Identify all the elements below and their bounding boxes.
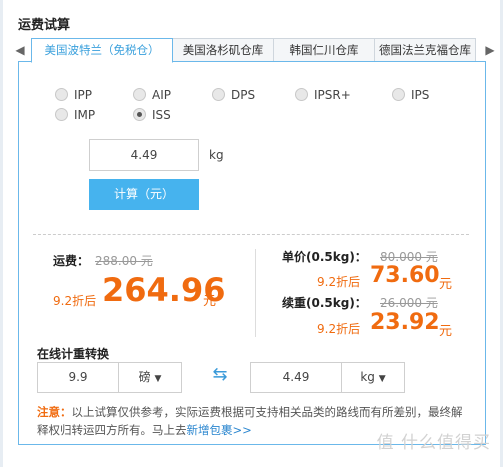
- weight-unit: kg: [209, 148, 224, 162]
- tab-scroll-right-icon[interactable]: ▶: [485, 43, 495, 57]
- vertical-divider: [255, 249, 256, 337]
- divider: [33, 234, 469, 235]
- kg-unit-label: kg: [360, 370, 375, 384]
- freight-currency: 元: [203, 294, 217, 309]
- weight-input[interactable]: 4.49: [89, 139, 199, 171]
- radio-label: DPS: [231, 88, 256, 102]
- freight-discount: 9.2折后: [53, 294, 97, 308]
- radio-imp[interactable]: IMP: [55, 108, 95, 122]
- radio-indicator: [55, 108, 68, 121]
- radio-indicator-checked: [133, 108, 146, 121]
- continued-weight-label: 续重(0.5kg)：: [282, 296, 367, 310]
- kg-unit-select[interactable]: kg ▼: [341, 362, 405, 393]
- note-prefix: 注意：: [37, 405, 72, 419]
- calculator-panel: IPP AIP DPS IPSR+ IPS IMP ISS 4.49 kg 计算…: [18, 61, 486, 445]
- lb-unit-label: 磅: [138, 370, 151, 384]
- chevron-down-icon: ▼: [154, 374, 162, 384]
- radio-iss[interactable]: ISS: [133, 108, 171, 122]
- freight-original-price: 288.00 元: [95, 254, 153, 268]
- freight-label: 运费：: [53, 254, 90, 268]
- lb-value-input[interactable]: 9.9: [37, 362, 119, 393]
- radio-label: IPS: [411, 88, 430, 102]
- radio-label: IPSR+: [314, 88, 351, 102]
- radio-indicator: [392, 88, 405, 101]
- tab-germany-frankfurt[interactable]: 德国法兰克福仓库: [374, 38, 476, 62]
- radio-indicator: [295, 88, 308, 101]
- kg-value-input[interactable]: 4.49: [250, 362, 342, 393]
- unit-price-value: 73.60: [370, 263, 440, 288]
- unit-price-label: 单价(0.5kg)：: [282, 250, 367, 264]
- radio-label: AIP: [152, 88, 171, 102]
- swap-arrows-icon[interactable]: ⇆: [204, 365, 236, 385]
- continued-weight-discount: 9.2折后: [317, 322, 361, 336]
- continued-weight-currency: 元: [439, 324, 453, 339]
- tab-us-portland[interactable]: 美国波特兰（免税仓）: [31, 38, 173, 63]
- radio-aip[interactable]: AIP: [133, 88, 171, 102]
- continued-weight-original: 26.000 元: [380, 296, 438, 310]
- radio-ipp[interactable]: IPP: [55, 88, 92, 102]
- radio-label: IMP: [74, 108, 96, 122]
- left-edge: [0, 0, 3, 467]
- warehouse-tabs: ◀ 美国波特兰（免税仓） 美国洛杉矶仓库 韩国仁川仓库 德国法兰克福仓库 ▶: [15, 38, 495, 63]
- radio-indicator: [55, 88, 68, 101]
- converter-title: 在线计重转换: [37, 347, 110, 361]
- tab-scroll-left-icon[interactable]: ◀: [15, 43, 25, 57]
- radio-label: IPP: [74, 88, 93, 102]
- watermark-logo: 值 什么值得买: [376, 433, 491, 453]
- radio-dps[interactable]: DPS: [212, 88, 255, 102]
- continued-weight-value: 23.92: [370, 310, 440, 335]
- radio-indicator: [212, 88, 225, 101]
- page-title: 运费试算: [18, 18, 71, 33]
- calculate-button[interactable]: 计算（元）: [89, 179, 199, 210]
- unit-price-currency: 元: [439, 277, 453, 292]
- radio-ips[interactable]: IPS: [392, 88, 429, 102]
- lb-unit-select[interactable]: 磅 ▼: [118, 362, 182, 393]
- radio-indicator: [133, 88, 146, 101]
- add-package-link[interactable]: 新增包裹>>: [187, 423, 252, 437]
- tab-korea-incheon[interactable]: 韩国仁川仓库: [273, 38, 375, 62]
- unit-price-discount: 9.2折后: [317, 275, 361, 289]
- radio-label: ISS: [152, 108, 171, 122]
- chevron-down-icon: ▼: [378, 374, 386, 384]
- radio-ipsr-plus[interactable]: IPSR+: [295, 88, 351, 102]
- tab-us-losangeles[interactable]: 美国洛杉矶仓库: [172, 38, 274, 62]
